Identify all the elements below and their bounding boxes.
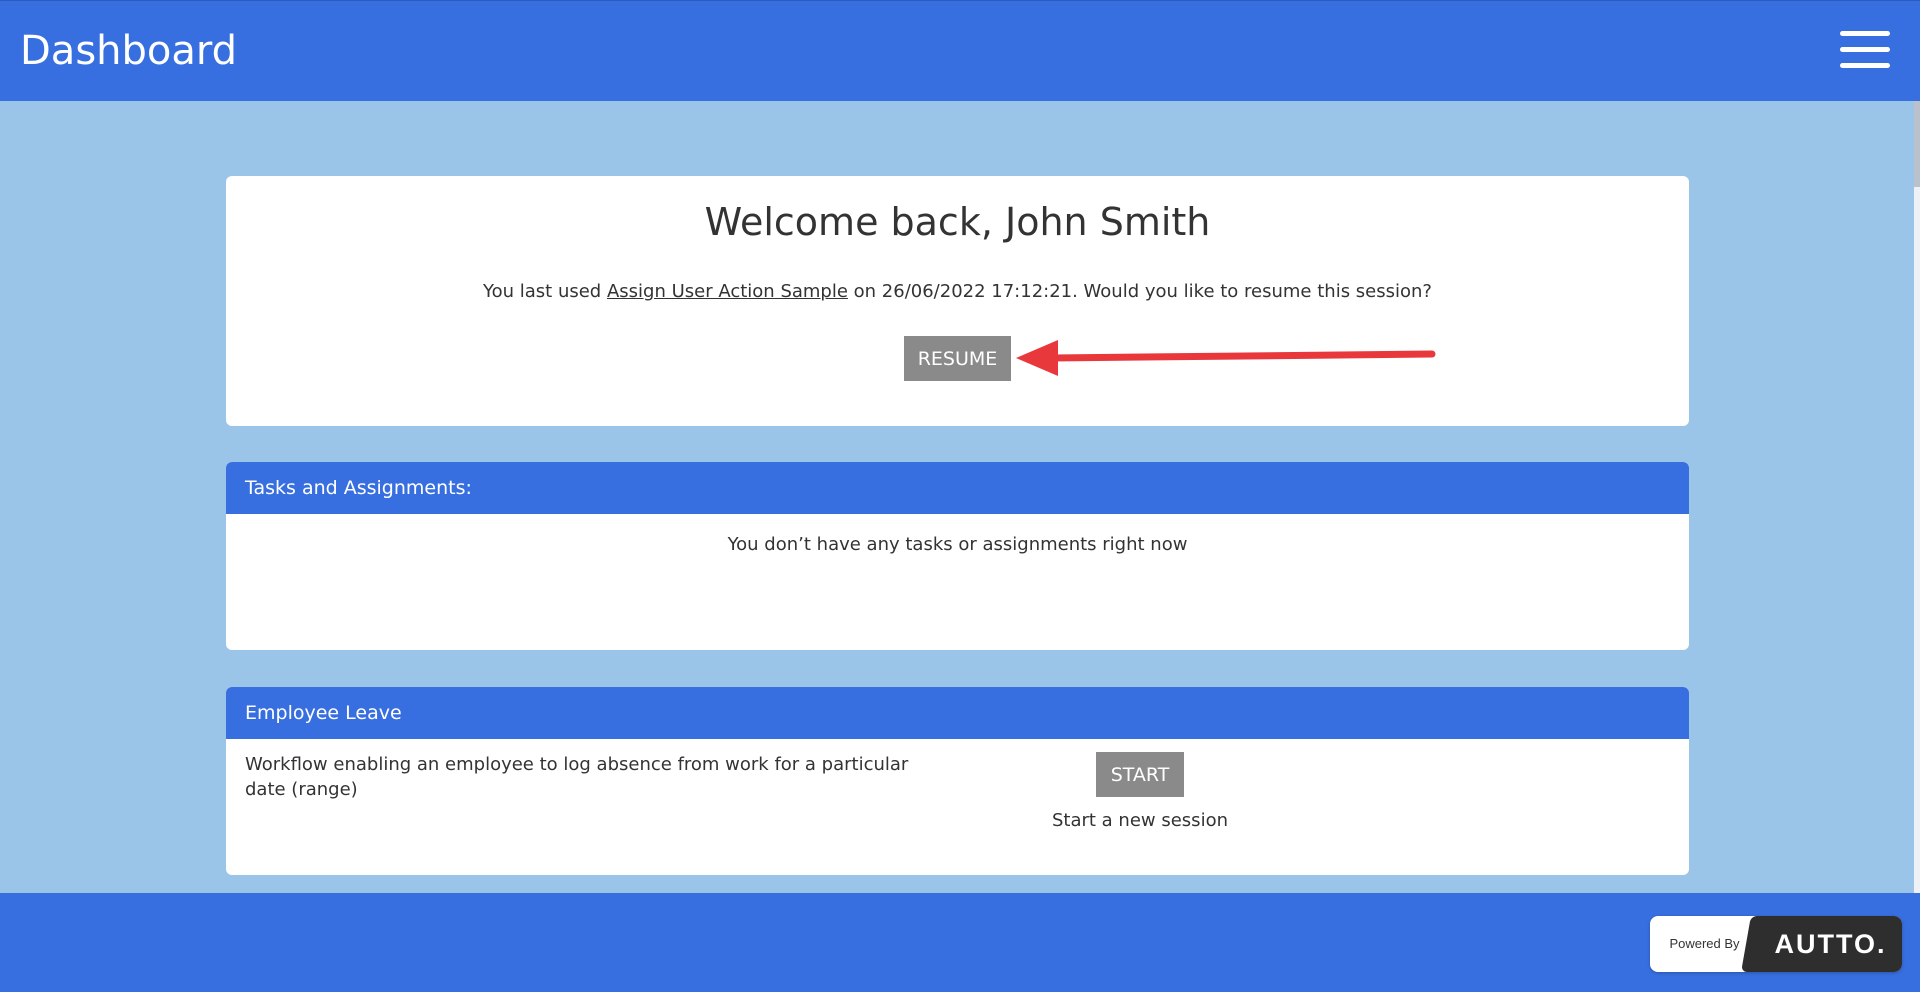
autto-logo: AUTTO. <box>1759 916 1902 972</box>
page-title: Dashboard <box>20 28 238 74</box>
scrollbar-track[interactable] <box>1914 101 1920 893</box>
hamburger-line <box>1840 31 1890 36</box>
start-session-caption: Start a new session <box>1051 810 1228 831</box>
last-used-prefix: You last used <box>483 281 607 302</box>
last-used-suffix: on 26/06/2022 17:12:21. Would you like t… <box>847 281 1432 302</box>
hamburger-line <box>1840 63 1890 68</box>
welcome-heading: Welcome back, John Smith <box>704 200 1211 244</box>
employee-leave-header: Employee Leave <box>226 687 1689 739</box>
tasks-panel-header: Tasks and Assignments: <box>226 462 1689 514</box>
employee-leave-panel: Employee Leave Workflow enabling an empl… <box>226 687 1689 875</box>
last-used-text: You last used Assign User Action Sample … <box>226 280 1689 304</box>
hamburger-line <box>1840 47 1890 52</box>
hamburger-menu-icon[interactable] <box>1840 31 1890 69</box>
top-bar: Dashboard <box>0 0 1920 101</box>
footer-bar <box>0 893 1920 992</box>
arrow-left-icon <box>1016 340 1436 376</box>
welcome-card: Welcome back, John Smith You last used A… <box>226 176 1689 426</box>
tasks-empty-message: You don’t have any tasks or assignments … <box>727 534 1188 555</box>
resume-button[interactable]: RESUME <box>904 336 1011 381</box>
employee-leave-description: Workflow enabling an employee to log abs… <box>245 754 909 800</box>
start-button[interactable]: START <box>1096 752 1184 797</box>
tasks-panel: Tasks and Assignments: You don’t have an… <box>226 462 1689 650</box>
last-used-workflow-link[interactable]: Assign User Action Sample <box>607 281 848 302</box>
scrollbar-thumb[interactable] <box>1914 101 1920 187</box>
powered-by-badge[interactable]: Powered By AUTTO. <box>1650 916 1902 972</box>
